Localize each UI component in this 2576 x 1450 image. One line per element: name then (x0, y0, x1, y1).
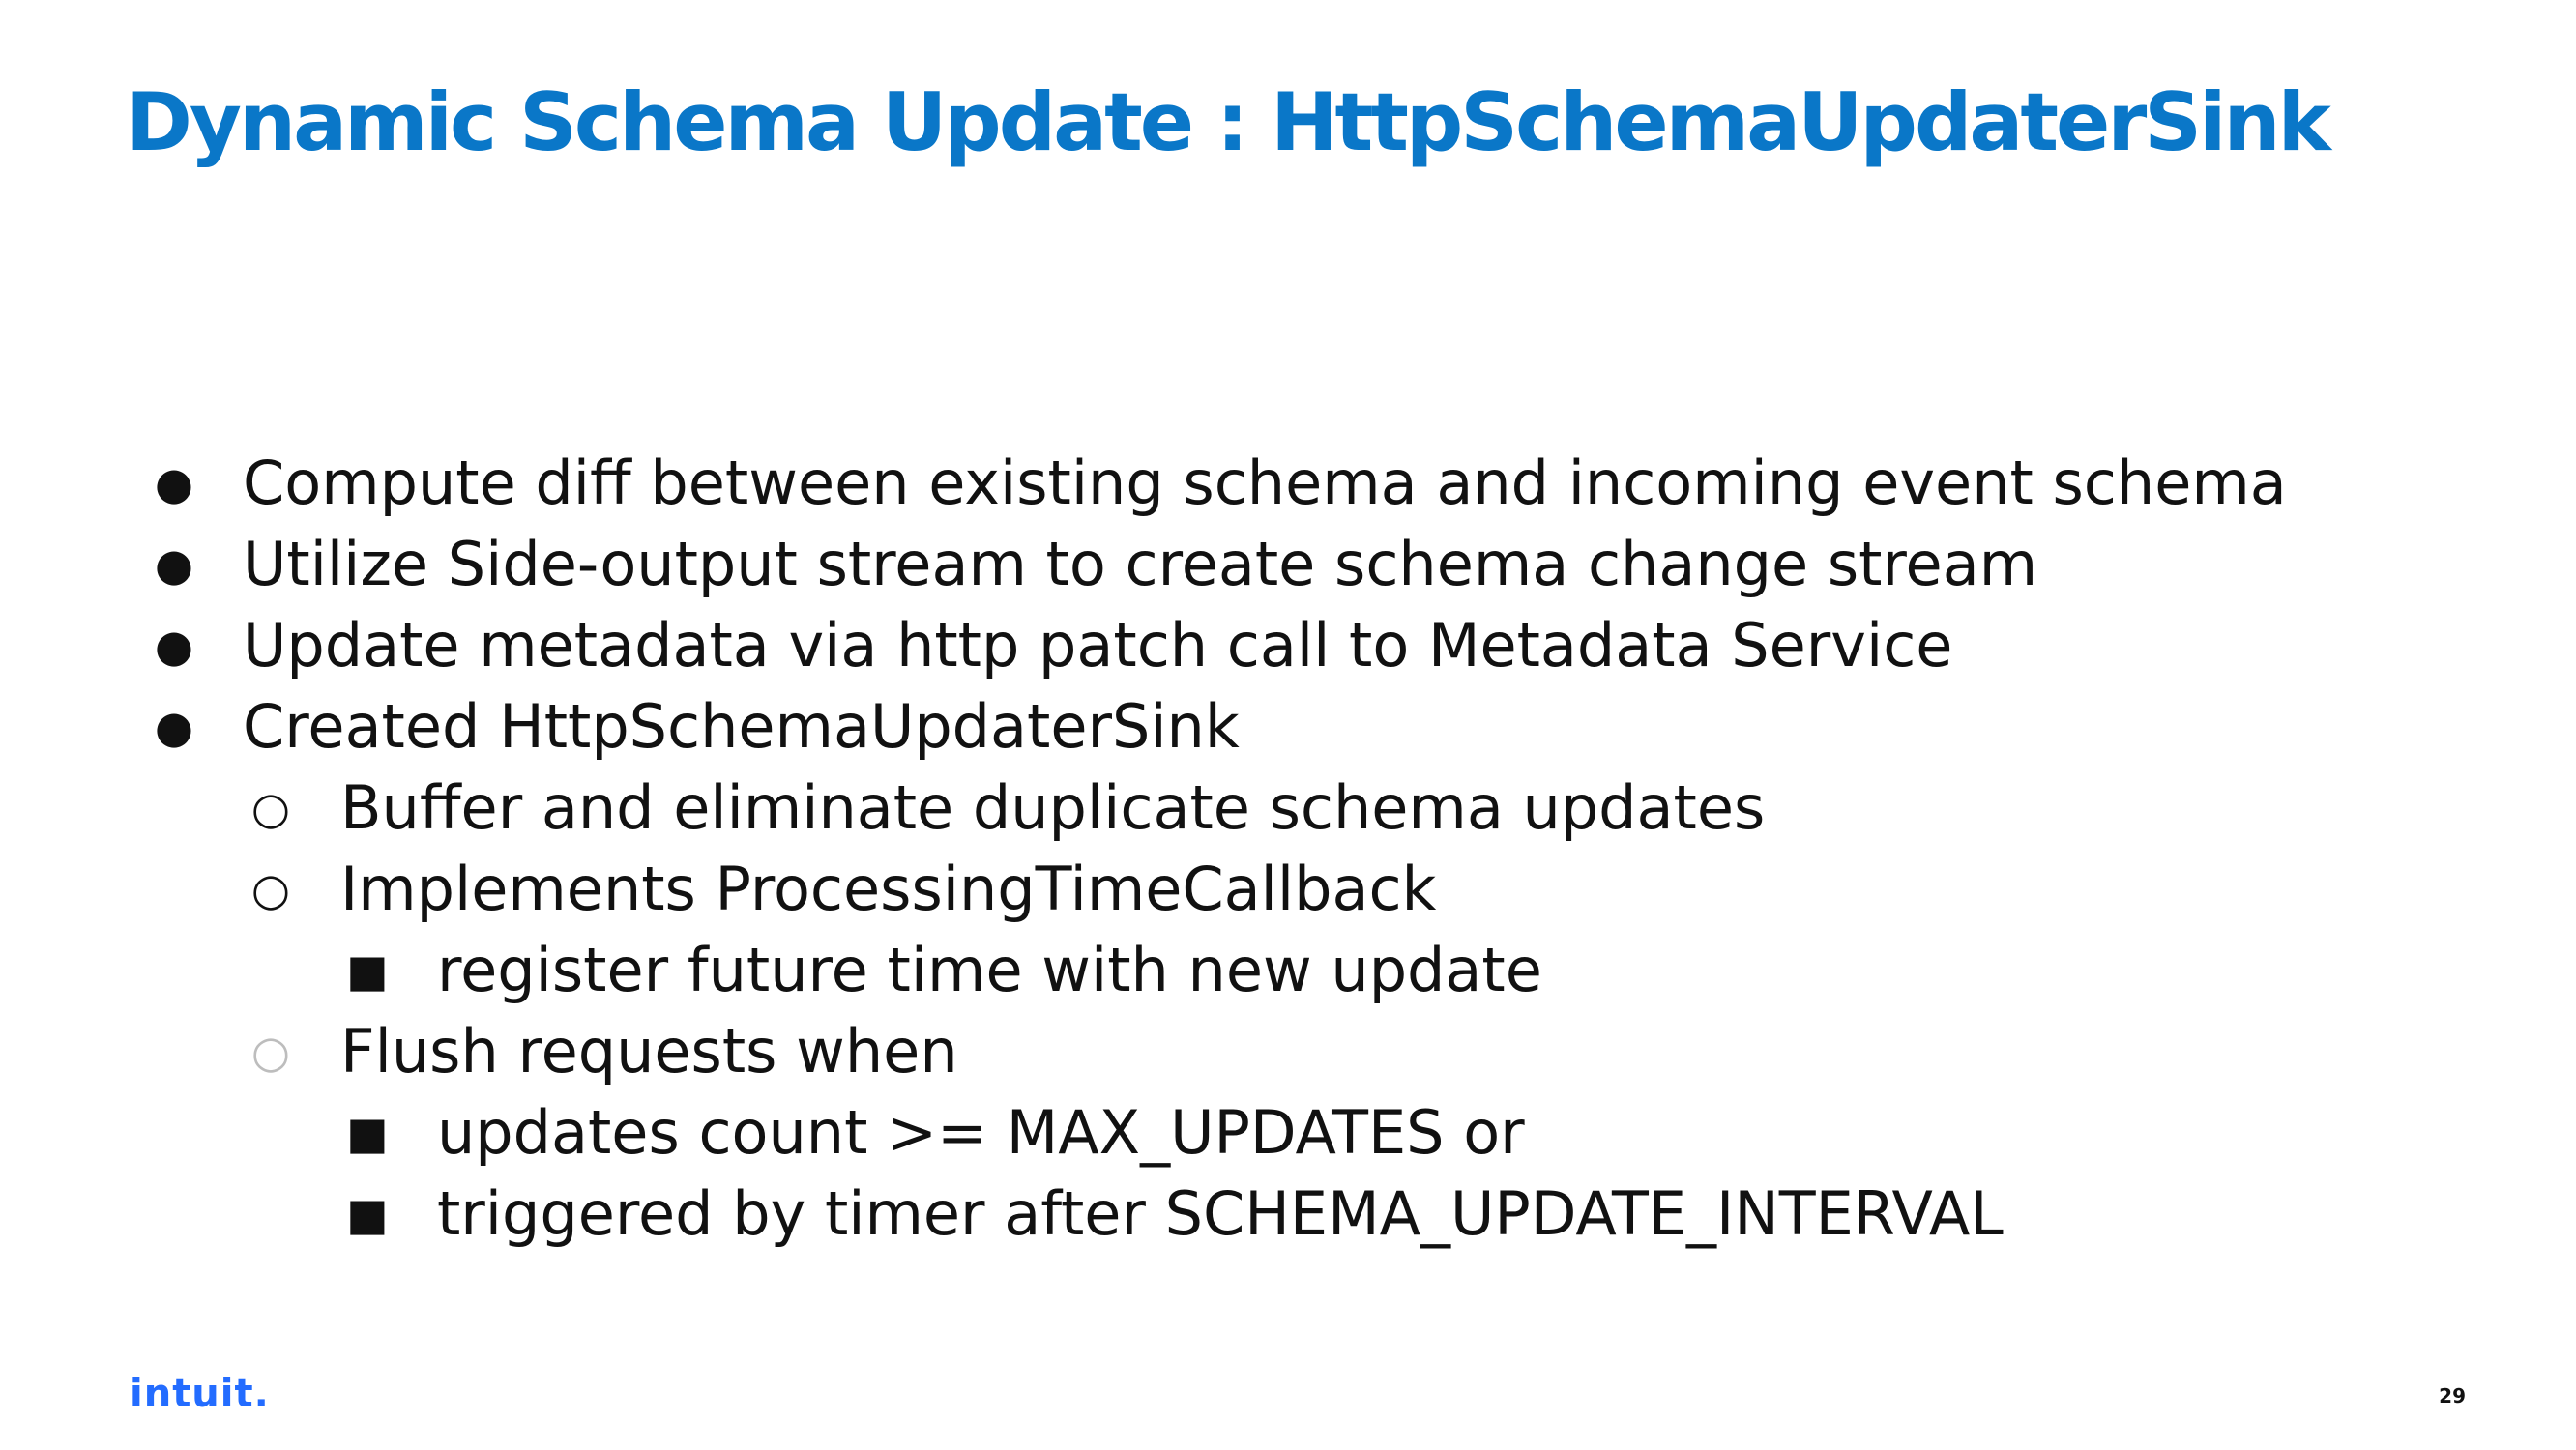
sub-sub-bullet-item: ■ updates count >= MAX_UPDATES or (0, 1092, 2576, 1174)
bullet-text: Compute diff between existing schema and… (243, 448, 2287, 518)
square-bullet-icon: ■ (346, 1188, 389, 1240)
sub-bullet-text: Implements ProcessingTimeCallback (340, 854, 1437, 924)
bullet-item: ● Update metadata via http patch call to… (0, 605, 2576, 686)
bullet-item: ● Created HttpSchemaUpdaterSink (0, 686, 2576, 768)
sub-sub-bullet-text: triggered by timer after SCHEMA_UPDATE_I… (437, 1178, 2004, 1249)
bullet-text: Update metadata via http patch call to M… (243, 610, 1953, 681)
bullet-list: ● Compute diff between existing schema a… (0, 443, 2576, 1255)
page-number: 29 (2439, 1384, 2466, 1407)
hollow-circle-icon: ○ (250, 1026, 291, 1078)
bullet-text: Utilize Side-output stream to create sch… (243, 529, 2038, 599)
sub-bullet-item: ○ Buffer and eliminate duplicate schema … (0, 768, 2576, 849)
hollow-circle-icon: ○ (250, 863, 291, 915)
sub-sub-bullet-text: register future time with new update (437, 935, 1542, 1005)
sub-bullet-text: Buffer and eliminate duplicate schema up… (340, 772, 1766, 843)
bullet-dot-icon: ● (154, 538, 194, 591)
bullet-dot-icon: ● (154, 457, 194, 509)
sub-sub-bullet-text: updates count >= MAX_UPDATES or (437, 1097, 1525, 1168)
slide: Dynamic Schema Update : HttpSchemaUpdate… (0, 0, 2576, 1450)
bullet-text: Created HttpSchemaUpdaterSink (243, 691, 1240, 762)
bullet-item: ● Utilize Side-output stream to create s… (0, 524, 2576, 605)
sub-sub-bullet-item: ■ register future time with new update (0, 930, 2576, 1011)
bullet-item: ● Compute diff between existing schema a… (0, 443, 2576, 524)
sub-bullet-text: Flush requests when (340, 1016, 958, 1087)
hollow-circle-icon: ○ (250, 782, 291, 834)
sub-bullet-item: ○ Flush requests when (0, 1011, 2576, 1092)
bullet-dot-icon: ● (154, 620, 194, 672)
square-bullet-icon: ■ (346, 1107, 389, 1159)
intuit-logo: intuit. (130, 1372, 270, 1416)
sub-bullet-item: ○ Implements ProcessingTimeCallback (0, 849, 2576, 930)
square-bullet-icon: ■ (346, 944, 389, 997)
sub-sub-bullet-item: ■ triggered by timer after SCHEMA_UPDATE… (0, 1174, 2576, 1255)
bullet-dot-icon: ● (154, 701, 194, 753)
slide-title: Dynamic Schema Update : HttpSchemaUpdate… (126, 75, 2331, 169)
